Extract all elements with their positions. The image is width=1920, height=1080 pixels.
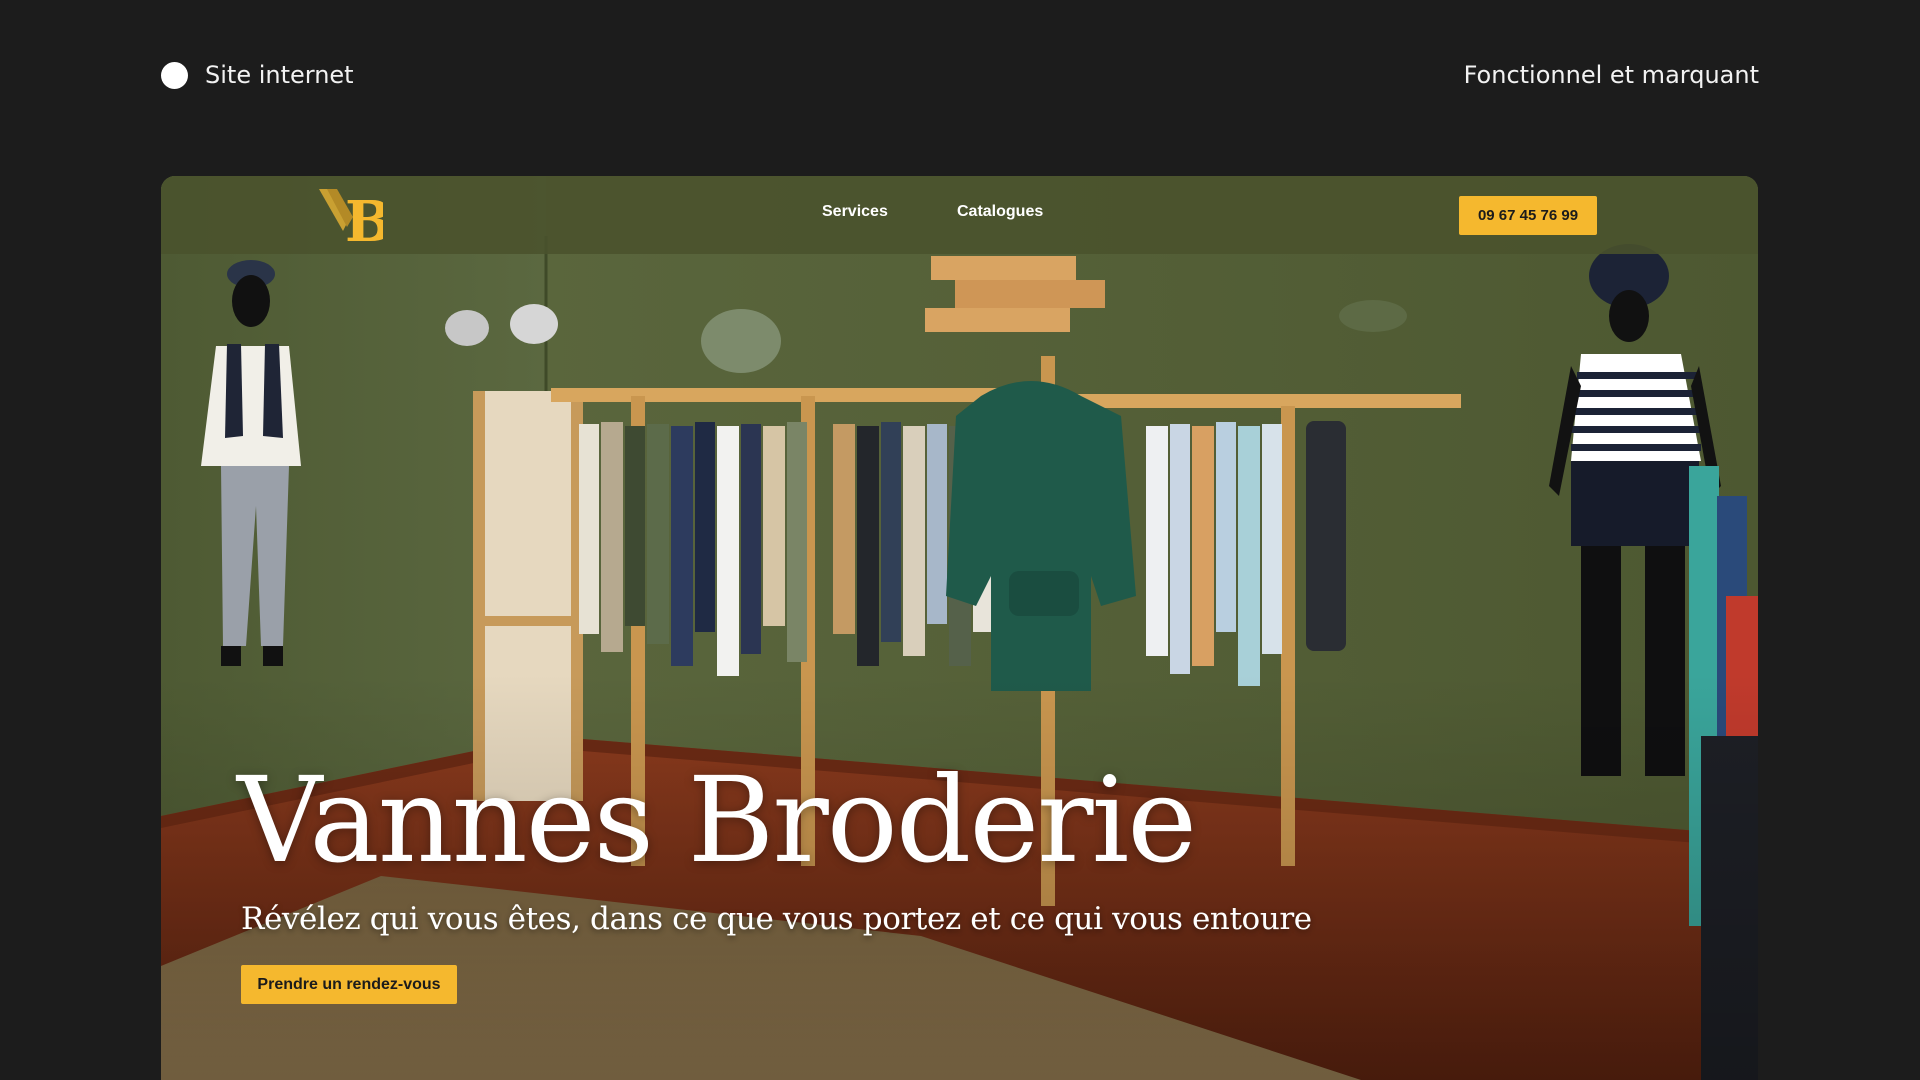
- tagline: Fonctionnel et marquant: [1463, 61, 1759, 89]
- vb-monogram-icon[interactable]: B: [319, 187, 383, 245]
- bullet-dot-icon: [161, 61, 188, 89]
- hero-title: Vannes Broderie: [237, 751, 1197, 889]
- website-preview: B Services Catalogues 09 67 45 76 99 Van…: [161, 176, 1758, 1080]
- hero-subtitle: Révélez qui vous êtes, dans ce que vous …: [241, 901, 1312, 937]
- book-appointment-button[interactable]: Prendre un rendez-vous: [241, 965, 457, 1004]
- presentation-header: Site internet Fonctionnel et marquant: [0, 0, 1920, 150]
- section-label: Site internet: [161, 57, 354, 93]
- phone-button[interactable]: 09 67 45 76 99: [1459, 196, 1597, 235]
- website-navbar: B Services Catalogues 09 67 45 76 99: [161, 176, 1758, 254]
- hero-background-image: [161, 176, 1758, 1080]
- section-label-text: Site internet: [205, 61, 354, 89]
- nav-link-services[interactable]: Services: [822, 203, 888, 221]
- svg-text:B: B: [345, 189, 383, 245]
- nav-link-catalogues[interactable]: Catalogues: [957, 203, 1043, 221]
